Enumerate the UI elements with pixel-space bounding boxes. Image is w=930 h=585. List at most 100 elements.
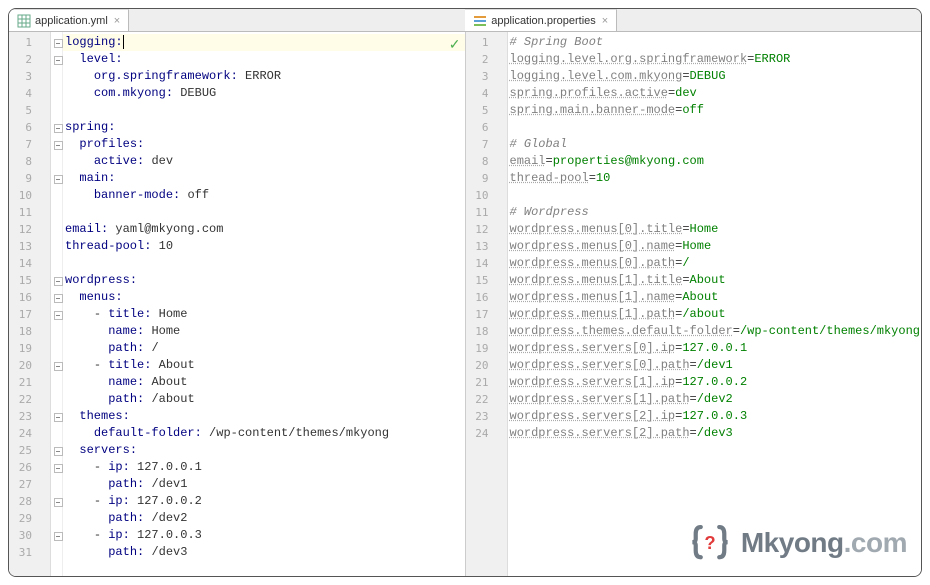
close-icon[interactable]: ×: [114, 15, 120, 27]
fold-toggle-icon[interactable]: [51, 34, 62, 51]
code-line[interactable]: wordpress.menus[1].name=About: [508, 289, 922, 306]
line-number: 1: [466, 34, 507, 51]
line-number: 30: [9, 527, 50, 544]
fold-spacer: [51, 102, 62, 119]
code-line[interactable]: default-folder: /wp-content/themes/mkyon…: [63, 425, 465, 442]
tab-application-yml[interactable]: application.yml ×: [9, 9, 129, 31]
fold-toggle-icon[interactable]: [51, 493, 62, 510]
code-line[interactable]: wordpress.servers[2].path=/dev3: [508, 425, 922, 442]
code-line[interactable]: wordpress.menus[1].path=/about: [508, 306, 922, 323]
code-line[interactable]: wordpress.menus[1].title=About: [508, 272, 922, 289]
fold-toggle-icon[interactable]: [51, 357, 62, 374]
code-line[interactable]: spring:: [63, 119, 465, 136]
line-number: 8: [466, 153, 507, 170]
code-line[interactable]: banner-mode: off: [63, 187, 465, 204]
code-line[interactable]: path: /dev1: [63, 476, 465, 493]
code-line[interactable]: # Wordpress: [508, 204, 922, 221]
fold-toggle-icon[interactable]: [51, 442, 62, 459]
line-number: 29: [9, 510, 50, 527]
line-number: 27: [9, 476, 50, 493]
code-line[interactable]: wordpress.servers[0].path=/dev1: [508, 357, 922, 374]
editor-frame: application.yml × application.properties…: [8, 8, 922, 577]
code-line[interactable]: wordpress.servers[1].ip=127.0.0.2: [508, 374, 922, 391]
code-area-yaml[interactable]: logging: level: org.springframework: ERR…: [63, 32, 465, 576]
code-line[interactable]: wordpress.themes.default-folder=/wp-cont…: [508, 323, 922, 340]
line-number: 22: [9, 391, 50, 408]
code-line[interactable]: path: /dev2: [63, 510, 465, 527]
code-line[interactable]: wordpress.menus[0].title=Home: [508, 221, 922, 238]
line-number: 24: [9, 425, 50, 442]
code-line[interactable]: [63, 255, 465, 272]
code-line[interactable]: - ip: 127.0.0.1: [63, 459, 465, 476]
code-line[interactable]: servers:: [63, 442, 465, 459]
line-number: 11: [9, 204, 50, 221]
line-number: 10: [9, 187, 50, 204]
tab-application-properties[interactable]: application.properties ×: [465, 9, 617, 31]
fold-toggle-icon[interactable]: [51, 136, 62, 153]
code-line[interactable]: wordpress.servers[2].ip=127.0.0.3: [508, 408, 922, 425]
line-number: 17: [9, 306, 50, 323]
code-line[interactable]: path: /dev3: [63, 544, 465, 561]
code-line[interactable]: org.springframework: ERROR: [63, 68, 465, 85]
code-line[interactable]: - ip: 127.0.0.2: [63, 493, 465, 510]
code-line[interactable]: themes:: [63, 408, 465, 425]
code-line[interactable]: logging:: [63, 34, 465, 51]
line-number: 25: [9, 442, 50, 459]
code-line[interactable]: logging.level.com.mkyong=DEBUG: [508, 68, 922, 85]
code-line[interactable]: [63, 204, 465, 221]
code-line[interactable]: path: /about: [63, 391, 465, 408]
code-line[interactable]: [508, 119, 922, 136]
code-line[interactable]: com.mkyong: DEBUG: [63, 85, 465, 102]
code-line[interactable]: - title: Home: [63, 306, 465, 323]
code-line[interactable]: # Global: [508, 136, 922, 153]
fold-toggle-icon[interactable]: [51, 51, 62, 68]
fold-toggle-icon[interactable]: [51, 170, 62, 187]
code-line[interactable]: name: Home: [63, 323, 465, 340]
code-line[interactable]: thread-pool: 10: [63, 238, 465, 255]
line-number: 16: [466, 289, 507, 306]
editor-pane-properties[interactable]: 123456789101112131415161718192021222324 …: [465, 32, 922, 576]
code-area-properties[interactable]: # Spring Bootlogging.level.org.springfra…: [508, 32, 922, 576]
code-line[interactable]: thread-pool=10: [508, 170, 922, 187]
editor-pane-yaml[interactable]: ✓ 12345678910111213141516171819202122232…: [9, 32, 465, 576]
code-line[interactable]: # Spring Boot: [508, 34, 922, 51]
properties-file-icon: [473, 14, 487, 28]
code-line[interactable]: level:: [63, 51, 465, 68]
tab-bar: application.yml × application.properties…: [9, 9, 921, 32]
code-line[interactable]: wordpress.servers[0].ip=127.0.0.1: [508, 340, 922, 357]
code-line[interactable]: logging.level.org.springframework=ERROR: [508, 51, 922, 68]
code-line[interactable]: wordpress.servers[1].path=/dev2: [508, 391, 922, 408]
code-line[interactable]: active: dev: [63, 153, 465, 170]
code-line[interactable]: wordpress.menus[0].path=/: [508, 255, 922, 272]
code-line[interactable]: [63, 102, 465, 119]
fold-spacer: [51, 238, 62, 255]
code-line[interactable]: spring.main.banner-mode=off: [508, 102, 922, 119]
code-line[interactable]: email=properties@mkyong.com: [508, 153, 922, 170]
fold-toggle-icon[interactable]: [51, 289, 62, 306]
fold-toggle-icon[interactable]: [51, 459, 62, 476]
fold-spacer: [51, 323, 62, 340]
code-line[interactable]: name: About: [63, 374, 465, 391]
fold-toggle-icon[interactable]: [51, 272, 62, 289]
code-line[interactable]: spring.profiles.active=dev: [508, 85, 922, 102]
fold-toggle-icon[interactable]: [51, 408, 62, 425]
code-line[interactable]: menus:: [63, 289, 465, 306]
fold-toggle-icon[interactable]: [51, 306, 62, 323]
code-line[interactable]: wordpress:: [63, 272, 465, 289]
close-icon[interactable]: ×: [602, 15, 608, 27]
fold-toggle-icon[interactable]: [51, 119, 62, 136]
fold-gutter[interactable]: [51, 32, 63, 576]
code-line[interactable]: [508, 187, 922, 204]
code-line[interactable]: profiles:: [63, 136, 465, 153]
code-line[interactable]: - ip: 127.0.0.3: [63, 527, 465, 544]
code-line[interactable]: main:: [63, 170, 465, 187]
code-line[interactable]: path: /: [63, 340, 465, 357]
code-line[interactable]: wordpress.menus[0].name=Home: [508, 238, 922, 255]
line-number: 9: [466, 170, 507, 187]
fold-toggle-icon[interactable]: [51, 527, 62, 544]
code-line[interactable]: - title: About: [63, 357, 465, 374]
line-number: 26: [9, 459, 50, 476]
line-number: 11: [466, 204, 507, 221]
code-line[interactable]: email: yaml@mkyong.com: [63, 221, 465, 238]
line-number: 23: [466, 408, 507, 425]
